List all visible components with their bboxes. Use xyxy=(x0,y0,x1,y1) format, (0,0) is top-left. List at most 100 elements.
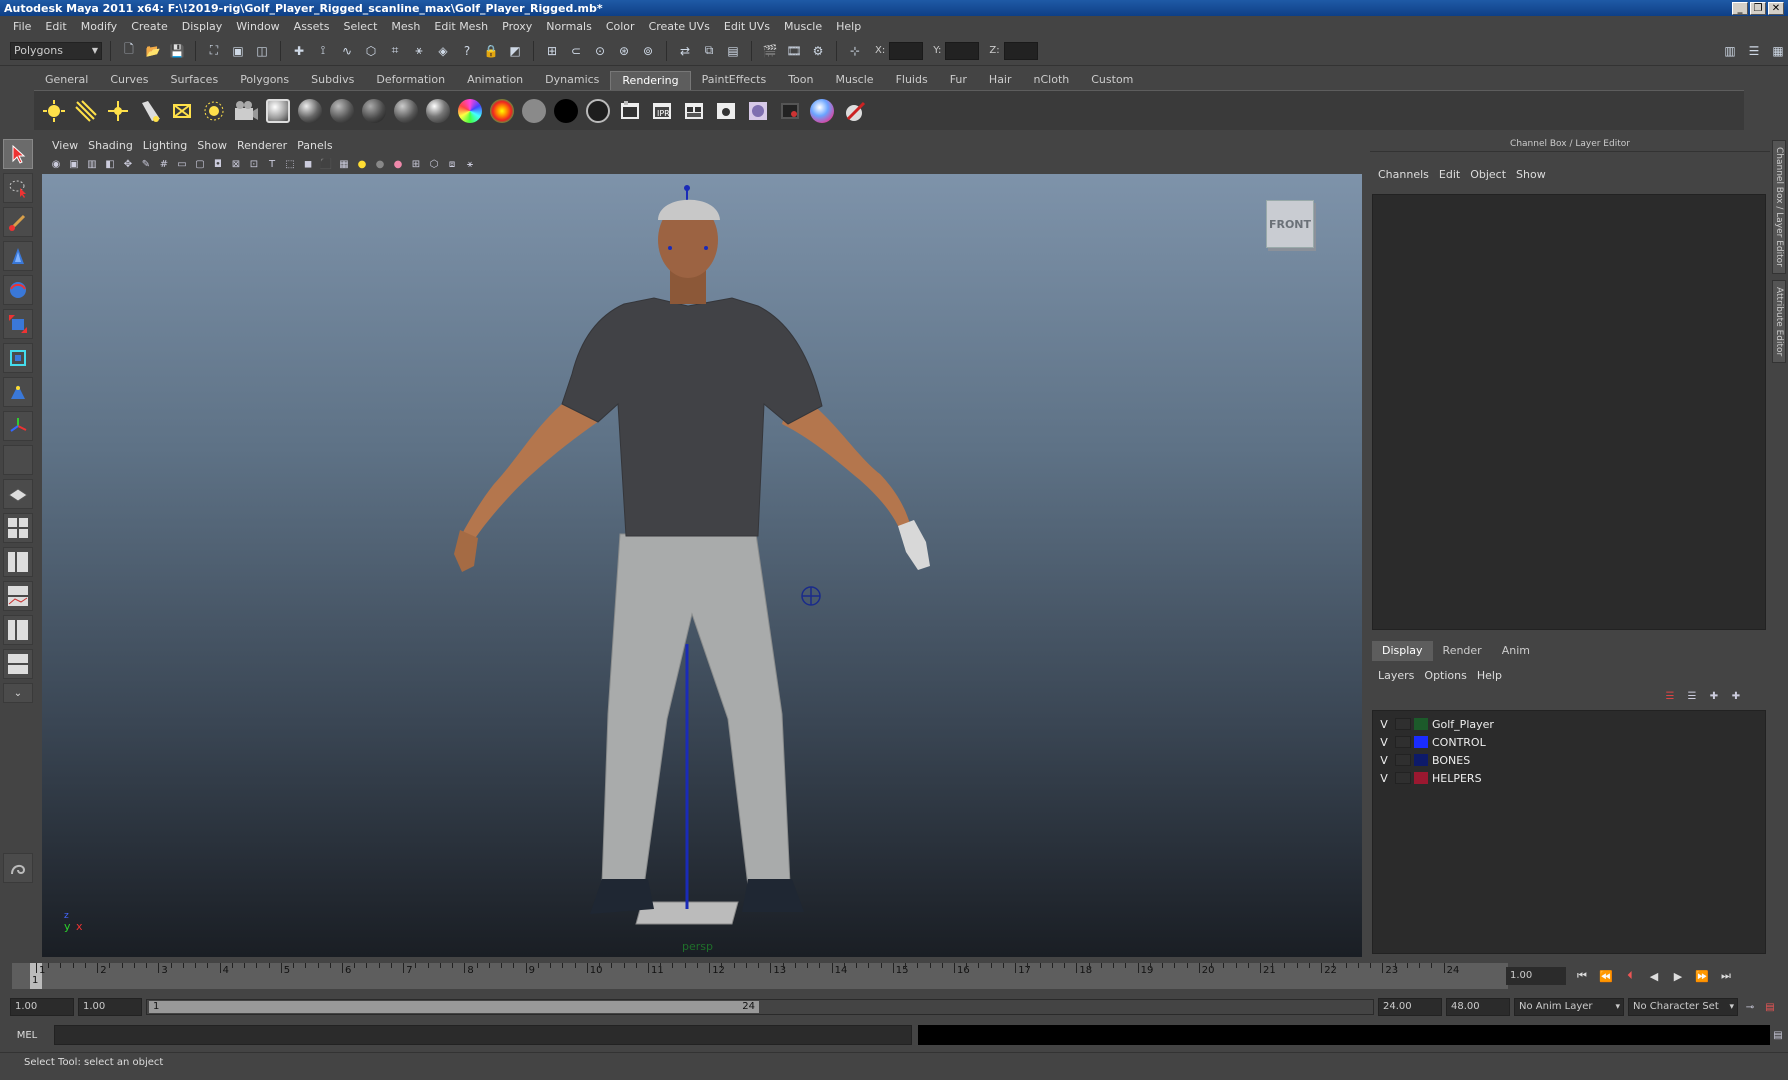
rotate-tool-icon[interactable] xyxy=(3,275,33,305)
last-tool-icon[interactable] xyxy=(3,445,33,475)
safe-title-icon[interactable]: T xyxy=(264,156,280,172)
high-quality-icon[interactable]: ⚹ xyxy=(462,156,478,172)
mask-rendering-icon[interactable]: ◈ xyxy=(433,41,453,61)
make-live-icon[interactable]: ⊚ xyxy=(638,41,658,61)
save-scene-icon[interactable]: 💾 xyxy=(167,41,187,61)
layer-tab-anim[interactable]: Anim xyxy=(1492,641,1540,661)
animation-start-field[interactable]: 1.00 xyxy=(10,998,74,1016)
shelf-tab-deformation[interactable]: Deformation xyxy=(365,71,456,90)
film-gate-icon[interactable]: ▭ xyxy=(174,156,190,172)
viewport-menu-renderer[interactable]: Renderer xyxy=(235,139,295,152)
hypershade-persp-layout-icon[interactable] xyxy=(3,615,33,645)
layer-type-toggle[interactable] xyxy=(1395,718,1411,730)
mask-dynamics-icon[interactable]: ⚹ xyxy=(409,41,429,61)
mask-handles-icon[interactable]: ✚ xyxy=(289,41,309,61)
shelf-tab-hair[interactable]: Hair xyxy=(978,71,1023,90)
shelf-tab-custom[interactable]: Custom xyxy=(1080,71,1144,90)
view-cube[interactable]: FRONT xyxy=(1266,200,1314,248)
layer-color-swatch[interactable] xyxy=(1414,736,1428,748)
layer-visibility-toggle[interactable]: V xyxy=(1373,718,1395,731)
layer-visibility-toggle[interactable]: V xyxy=(1373,754,1395,767)
layer-tab-display[interactable]: Display xyxy=(1372,641,1433,661)
lock-selection-icon[interactable]: 🔒 xyxy=(481,41,501,61)
mask-joints-icon[interactable]: ⟟ xyxy=(313,41,333,61)
layer-visibility-toggle[interactable]: V xyxy=(1373,772,1395,785)
material-preset-icon[interactable] xyxy=(264,97,292,125)
smooth-shade-icon[interactable]: ◼ xyxy=(300,156,316,172)
show-manipulator-icon[interactable] xyxy=(3,411,33,441)
transform-field-icon[interactable]: ⊹ xyxy=(845,41,865,61)
mask-curves-icon[interactable]: ∿ xyxy=(337,41,357,61)
anim-layer-dropdown[interactable]: No Anim Layer xyxy=(1514,998,1624,1016)
wireframe-on-shaded-icon[interactable]: ⬛ xyxy=(318,156,334,172)
move-tool-icon[interactable] xyxy=(3,241,33,271)
menu-window[interactable]: Window xyxy=(229,20,286,33)
layer-color-swatch[interactable] xyxy=(1414,718,1428,730)
select-by-component-icon[interactable]: ◫ xyxy=(252,41,272,61)
menu-edit-uvs[interactable]: Edit UVs xyxy=(717,20,777,33)
shelf-tab-toon[interactable]: Toon xyxy=(777,71,824,90)
lambert-icon[interactable] xyxy=(328,97,356,125)
mel-script-icon[interactable] xyxy=(3,853,33,883)
select-by-object-icon[interactable]: ▣ xyxy=(228,41,248,61)
y-field[interactable] xyxy=(945,41,980,60)
toggle-attribute-editor-icon[interactable]: ▥ xyxy=(1720,41,1740,61)
channel-box-area[interactable] xyxy=(1372,194,1766,630)
soft-modification-icon[interactable] xyxy=(3,377,33,407)
menu-edit[interactable]: Edit xyxy=(38,20,73,33)
shelf-tab-surfaces[interactable]: Surfaces xyxy=(160,71,230,90)
layered-shader-icon[interactable] xyxy=(520,97,548,125)
camera-icon[interactable] xyxy=(232,97,260,125)
spot-light-icon[interactable] xyxy=(136,97,164,125)
snap-to-point-icon[interactable]: ⊙ xyxy=(590,41,610,61)
isolate-select-icon[interactable]: ⊞ xyxy=(408,156,424,172)
menu-create-uvs[interactable]: Create UVs xyxy=(642,20,717,33)
shadows-icon[interactable]: ● xyxy=(372,156,388,172)
playback-start-field[interactable]: 1.00 xyxy=(78,998,142,1016)
mental-ray-icon[interactable] xyxy=(808,97,836,125)
layer-menu-layers[interactable]: Layers xyxy=(1376,669,1422,682)
graph-layout-icon[interactable] xyxy=(3,649,33,679)
camera-attributes-icon[interactable]: ▣ xyxy=(66,156,82,172)
layer-type-toggle[interactable] xyxy=(1395,772,1411,784)
anisotropic-icon[interactable] xyxy=(424,97,452,125)
ramp-shader-icon[interactable] xyxy=(456,97,484,125)
ipr-render-icon[interactable]: IPR xyxy=(648,97,676,125)
hypershade-icon[interactable] xyxy=(744,97,772,125)
move-layer-down-icon[interactable]: ☰ xyxy=(1684,688,1700,704)
animation-preferences-icon[interactable]: ▤ xyxy=(1762,999,1778,1015)
create-layer-from-selected-icon[interactable]: ✚ xyxy=(1728,688,1744,704)
perspective-viewport[interactable]: FRONT z y x persp xyxy=(42,174,1362,957)
shelf-tab-fur[interactable]: Fur xyxy=(939,71,978,90)
channel-box-menu-edit[interactable]: Edit xyxy=(1437,168,1468,181)
restore-button[interactable]: ❐ xyxy=(1750,1,1766,15)
surface-shader-icon[interactable] xyxy=(552,97,580,125)
viewport-menu-view[interactable]: View xyxy=(50,139,86,152)
x-field[interactable] xyxy=(889,41,924,60)
current-time-field[interactable]: 1.00 xyxy=(1506,967,1566,985)
range-slider-bar[interactable]: 1 24 xyxy=(146,999,1374,1015)
viewport-menu-shading[interactable]: Shading xyxy=(86,139,141,152)
shelf-tab-rendering[interactable]: Rendering xyxy=(610,71,691,90)
ramp-texture-icon[interactable] xyxy=(488,97,516,125)
two-d-pan-zoom-icon[interactable]: ✥ xyxy=(120,156,136,172)
four-view-layout-icon[interactable] xyxy=(3,513,33,543)
scale-tool-icon[interactable] xyxy=(3,309,33,339)
universal-manipulator-icon[interactable] xyxy=(3,343,33,373)
default-lighting-icon[interactable]: ● xyxy=(390,156,406,172)
textured-icon[interactable]: ▦ xyxy=(336,156,352,172)
layer-type-toggle[interactable] xyxy=(1395,754,1411,766)
directional-light-icon[interactable] xyxy=(72,97,100,125)
play-forwards-icon[interactable]: ▶ xyxy=(1666,970,1690,983)
render-current-frame-icon[interactable]: 🎬 xyxy=(760,41,780,61)
shelf-tab-muscle[interactable]: Muscle xyxy=(824,71,884,90)
create-empty-layer-icon[interactable]: ✚ xyxy=(1706,688,1722,704)
menu-help[interactable]: Help xyxy=(829,20,868,33)
channel-box-menu-show[interactable]: Show xyxy=(1514,168,1554,181)
outliner-persp-layout-icon[interactable] xyxy=(3,547,33,577)
move-layer-up-icon[interactable]: ☰ xyxy=(1662,688,1678,704)
viewport-menu-panels[interactable]: Panels xyxy=(295,139,340,152)
menu-mesh[interactable]: Mesh xyxy=(384,20,427,33)
toggle-channel-box-icon[interactable]: ▦ xyxy=(1768,41,1788,61)
shelf-tab-curves[interactable]: Curves xyxy=(99,71,159,90)
